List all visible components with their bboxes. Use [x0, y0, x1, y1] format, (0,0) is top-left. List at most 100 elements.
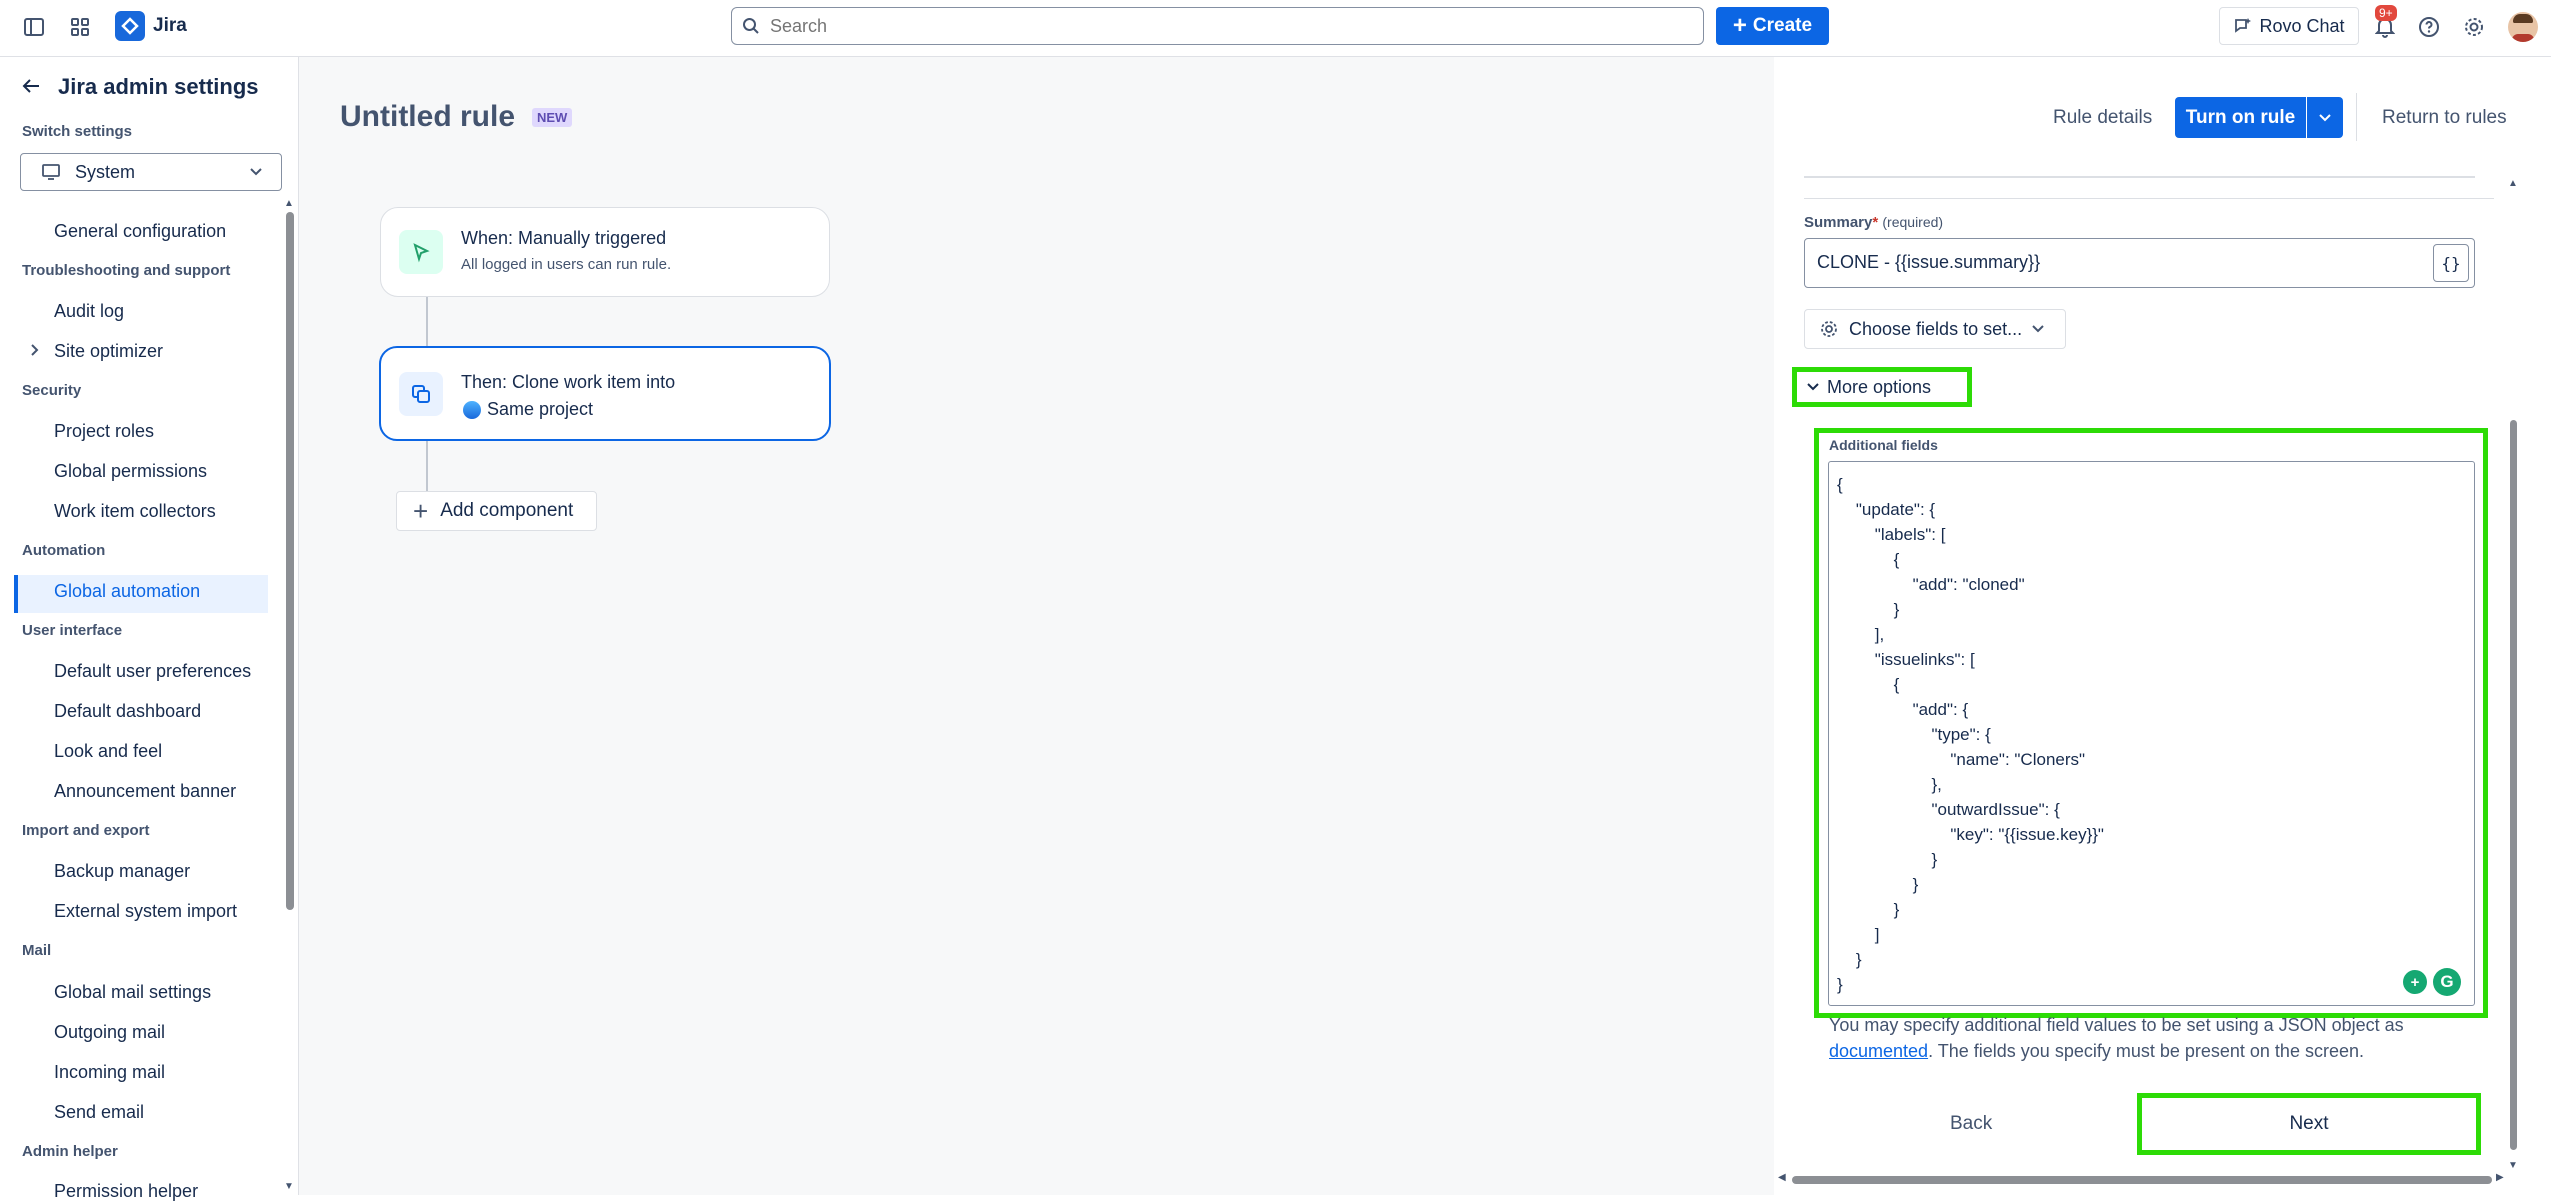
settings-scope-value: System — [75, 161, 136, 182]
chevron-right-icon[interactable] — [30, 343, 40, 362]
sidebar-item-site-optimizer[interactable]: Site optimizer — [54, 341, 163, 362]
chevron-down-icon — [250, 168, 262, 176]
sidebar-item-global-mail-settings[interactable]: Global mail settings — [54, 982, 211, 1003]
panel-horizontal-scrollbar[interactable] — [1792, 1176, 2492, 1184]
search-input[interactable] — [768, 14, 1672, 38]
scroll-down-arrow-icon[interactable]: ▼ — [284, 1181, 294, 1192]
clone-icon — [399, 372, 443, 416]
sidebar-item-permission-helper[interactable]: Permission helper — [54, 1181, 198, 1202]
new-lozenge: NEW — [532, 108, 573, 127]
sidebar-item-global-automation[interactable]: Global automation — [54, 581, 200, 602]
sidebar-item-backup-manager[interactable]: Backup manager — [54, 861, 190, 882]
rovo-chat-label: Rovo Chat — [2259, 15, 2345, 36]
documented-link[interactable]: documented — [1829, 1041, 1928, 1061]
search-bar[interactable] — [731, 7, 1704, 45]
summary-input[interactable] — [1815, 251, 2419, 274]
chevron-down-icon — [2319, 113, 2331, 121]
sidebar-section-import-export: Import and export — [22, 822, 150, 839]
scroll-up-arrow-icon[interactable]: ▲ — [284, 198, 294, 209]
sidebar-item-outgoing-mail[interactable]: Outgoing mail — [54, 1022, 165, 1043]
settings-scope-select[interactable]: System — [20, 153, 282, 191]
smart-value-button[interactable]: {} — [2433, 244, 2469, 282]
back-button[interactable]: Back — [1950, 1113, 1992, 1135]
settings-gear-icon[interactable] — [2460, 13, 2488, 41]
sidebar-item-send-email[interactable]: Send email — [54, 1102, 144, 1123]
panel-scroll-up-icon[interactable]: ▲ — [2508, 178, 2518, 189]
sidebar-item-global-permissions[interactable]: Global permissions — [54, 461, 207, 482]
field-box-edge — [1804, 176, 2475, 178]
panel-scroll-right-icon[interactable]: ▶ — [2496, 1172, 2504, 1183]
choose-fields-button[interactable]: Choose fields to set... — [1804, 309, 2066, 349]
add-component-button[interactable]: + Add component — [396, 491, 597, 531]
sidebar-item-default-user-preferences[interactable]: Default user preferences — [54, 661, 251, 682]
sidebar-section-admin-helper: Admin helper — [22, 1143, 118, 1160]
sidebar-item-audit-log[interactable]: Audit log — [54, 301, 124, 322]
sidebar-item-work-item-collectors[interactable]: Work item collectors — [54, 501, 216, 522]
panel-scroll-left-icon[interactable]: ◀ — [1778, 1172, 1786, 1183]
additional-fields-textarea[interactable]: { "update": { "labels": [ { "add": "clon… — [1828, 461, 2475, 1006]
grammarly-add-icon[interactable]: + — [2403, 970, 2427, 994]
sidebar-section-automation: Automation — [22, 542, 106, 559]
grammarly-icon[interactable]: G — [2433, 968, 2461, 996]
action-subtitle: Same project — [487, 399, 594, 419]
more-options-toggle[interactable]: More options — [1792, 367, 1972, 407]
monitor-icon — [42, 164, 60, 180]
additional-fields-label: Additional fields — [1829, 437, 1938, 453]
summary-label: Summary* (required) — [1804, 214, 1944, 231]
turn-on-options-dropdown[interactable] — [2307, 97, 2343, 138]
rovo-chat-button[interactable]: Rovo Chat — [2219, 7, 2359, 45]
help-icon[interactable] — [2415, 13, 2443, 41]
return-to-rules-link[interactable]: Return to rules — [2382, 107, 2507, 129]
sidebar-item-default-dashboard[interactable]: Default dashboard — [54, 701, 201, 722]
top-navigation-bar: Jira + Create Rovo Chat 9+ — [0, 0, 2551, 57]
sidebar-item-incoming-mail[interactable]: Incoming mail — [54, 1062, 165, 1083]
next-button[interactable]: Next — [2137, 1093, 2481, 1155]
panel-scroll-down-icon[interactable]: ▼ — [2508, 1160, 2518, 1171]
manual-trigger-icon — [399, 230, 443, 274]
sidebar-item-look-and-feel[interactable]: Look and feel — [54, 741, 162, 762]
help-text-end: . The fields you specify must be present… — [1928, 1041, 2364, 1061]
back-arrow-icon[interactable] — [20, 75, 42, 102]
sidebar-scrollbar[interactable] — [286, 212, 294, 910]
rovo-chat-icon — [2235, 18, 2252, 33]
plus-icon: + — [413, 496, 429, 526]
sidebar-item-external-system-import[interactable]: External system import — [54, 901, 237, 922]
more-options-label: More options — [1827, 376, 1932, 397]
app-name[interactable]: Jira — [153, 15, 187, 37]
sidebar-section-security: Security — [22, 382, 82, 399]
rule-title[interactable]: Untitled rule — [340, 100, 515, 134]
sidebar-item-general-configuration[interactable]: General configuration — [54, 221, 226, 242]
rule-details-link[interactable]: Rule details — [2053, 107, 2152, 129]
create-button[interactable]: + Create — [1716, 7, 1829, 45]
chevron-down-icon — [2032, 325, 2044, 333]
project-avatar-icon — [463, 401, 481, 419]
json-content: { "update": { "labels": [ { "add": "clon… — [1837, 475, 2104, 994]
user-avatar[interactable] — [2508, 12, 2538, 42]
plus-icon: + — [1732, 12, 1747, 39]
section-divider — [1804, 198, 2494, 199]
panel-vertical-scrollbar[interactable] — [2510, 420, 2517, 1150]
turn-on-rule-button[interactable]: Turn on rule — [2175, 97, 2306, 138]
help-text-start: You may specify additional field values … — [1829, 1015, 2404, 1035]
additional-fields-help: You may specify additional field values … — [1829, 1012, 2459, 1064]
sidebar-section-troubleshooting: Troubleshooting and support — [22, 262, 231, 279]
connector-line — [426, 297, 428, 347]
sidebar-item-project-roles[interactable]: Project roles — [54, 421, 154, 442]
sidebar-section-mail: Mail — [22, 942, 52, 959]
trigger-subtitle: All logged in users can run rule. — [461, 256, 672, 273]
jira-logo-icon[interactable] — [115, 11, 145, 41]
app-switcher-icon[interactable] — [66, 13, 94, 41]
header-divider — [2356, 93, 2357, 141]
trigger-title: When: Manually triggered — [461, 228, 667, 248]
trigger-node[interactable]: When: Manually triggered All logged in u… — [380, 207, 830, 297]
action-title: Then: Clone work item into — [461, 372, 676, 392]
search-icon — [743, 18, 759, 34]
action-node[interactable]: Then: Clone work item into Same project — [379, 346, 831, 441]
summary-field[interactable] — [1804, 238, 2475, 288]
sidebar-section-user-interface: User interface — [22, 622, 123, 639]
sidebar-item-announcement-banner[interactable]: Announcement banner — [54, 781, 236, 802]
switch-settings-label: Switch settings — [22, 123, 133, 140]
choose-fields-label: Choose fields to set... — [1849, 318, 2023, 339]
sidebar-toggle-icon[interactable] — [20, 13, 48, 41]
gear-icon — [1821, 321, 1837, 337]
